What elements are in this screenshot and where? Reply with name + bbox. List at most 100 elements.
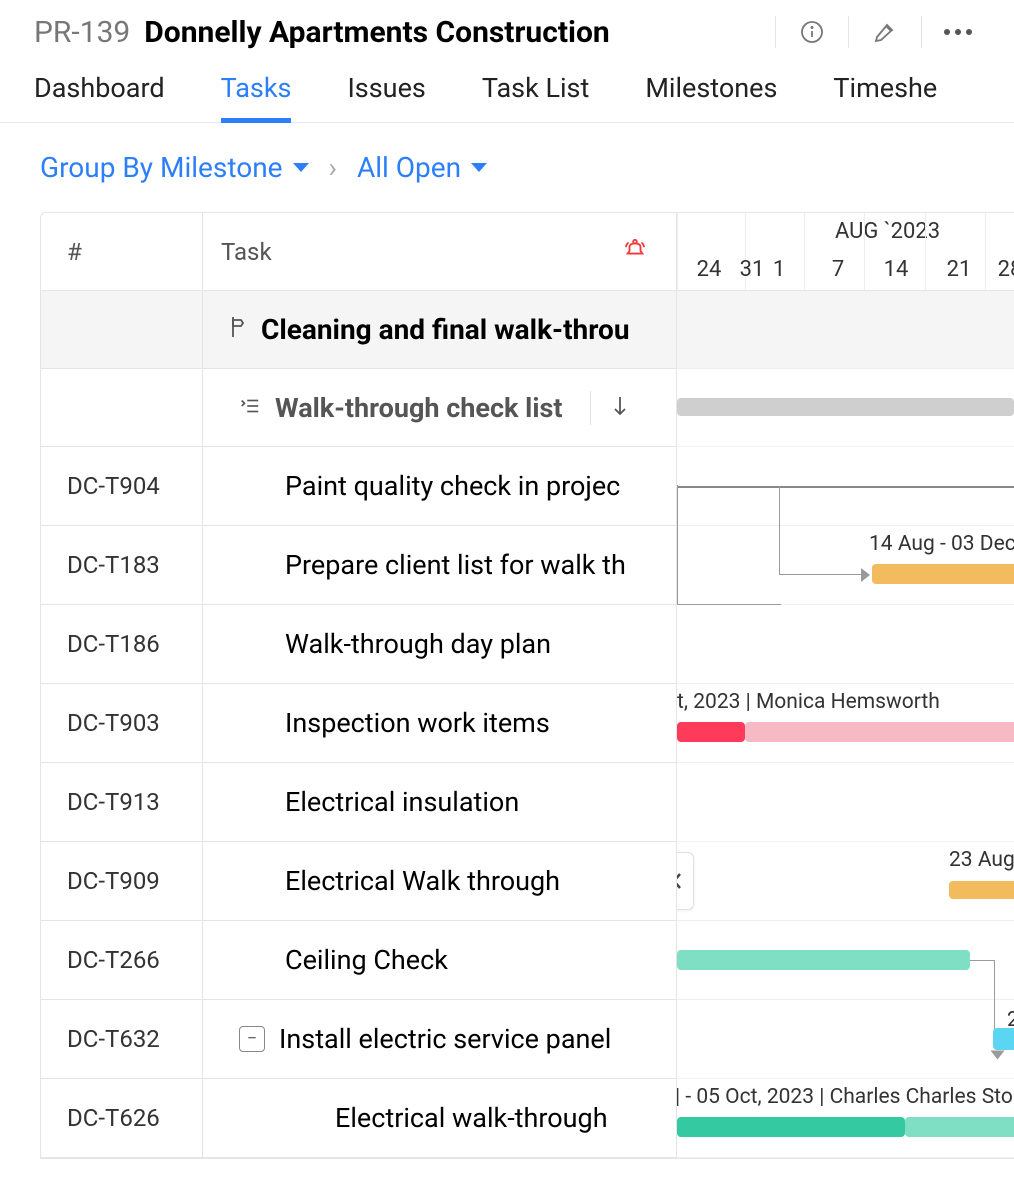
task-row[interactable]: DC-T903 Inspection work items	[41, 684, 676, 763]
gantt-row: 23 Aug	[677, 842, 1014, 921]
task-id: DC-T903	[41, 684, 203, 762]
alert-icon[interactable]	[624, 238, 646, 266]
gantt-bar[interactable]	[677, 1117, 905, 1137]
tab-milestones[interactable]: Milestones	[645, 72, 777, 122]
tab-timesheet[interactable]: Timeshe	[833, 72, 937, 122]
gantt-bar[interactable]	[993, 1028, 1014, 1050]
tab-issues[interactable]: Issues	[347, 72, 425, 122]
task-row[interactable]: DC-T913 Electrical insulation	[41, 763, 676, 842]
header-divider	[775, 16, 776, 48]
gantt-row	[677, 605, 1014, 684]
info-icon[interactable]	[790, 10, 834, 54]
task-id: DC-T632	[41, 1000, 203, 1078]
divider	[590, 391, 591, 425]
expand-subtasks-toggle[interactable]: −	[239, 1026, 265, 1052]
task-id: DC-T904	[41, 447, 203, 525]
tab-tasks[interactable]: Tasks	[221, 72, 292, 122]
task-name: Electrical walk-through	[203, 1079, 676, 1157]
gantt-bar[interactable]	[677, 950, 970, 970]
column-header-row: # Task	[41, 213, 676, 291]
timeline-tick: 28	[998, 257, 1014, 282]
gantt-grid: # Task Cleaning and final walk-throu	[40, 212, 1014, 1159]
header-divider	[848, 16, 849, 48]
column-header-id[interactable]: #	[41, 213, 203, 290]
task-row[interactable]: DC-T909 Electrical Walk through	[41, 842, 676, 921]
caret-down-icon	[471, 163, 487, 172]
chevron-right-icon: ›	[329, 151, 337, 184]
timeline-tick: 21	[947, 257, 972, 282]
task-row[interactable]: DC-T626 Electrical walk-through	[41, 1079, 676, 1158]
task-id: DC-T909	[41, 842, 203, 920]
dependency-line	[779, 574, 863, 575]
gantt-bar[interactable]	[677, 398, 1014, 416]
gantt-bar-label: 23 Aug	[949, 848, 1014, 872]
timeline-pane[interactable]: AUG `2023 24 31 1 7 14 21 28	[677, 213, 1014, 1158]
task-list-pane: # Task Cleaning and final walk-throu	[41, 213, 677, 1158]
task-name: Ceiling Check	[203, 921, 676, 999]
more-icon[interactable]	[936, 10, 980, 54]
task-name: Prepare client list for walk th	[203, 526, 676, 604]
gantt-row-group	[677, 291, 1014, 369]
timeline-tick: 7	[832, 257, 844, 282]
gantt-row-tasklist	[677, 369, 1014, 447]
task-row[interactable]: DC-T632 − Install electric service panel	[41, 1000, 676, 1079]
filter-bar: Group By Milestone › All Open	[0, 123, 1014, 212]
project-name[interactable]: Donnelly Apartments Construction	[144, 15, 609, 50]
task-name: Inspection work items	[203, 684, 676, 762]
tab-dashboard[interactable]: Dashboard	[34, 72, 165, 122]
tasklist-row[interactable]: Walk-through check list	[41, 369, 676, 447]
gantt-bar[interactable]	[677, 722, 745, 742]
gantt-bar[interactable]	[949, 881, 1014, 899]
page-header: PR-139 Donnelly Apartments Construction	[0, 0, 1014, 58]
gantt-row	[677, 763, 1014, 842]
gantt-bar-label: | - 05 Oct, 2023 | Charles Charles Sto	[677, 1085, 1013, 1109]
status-filter-dropdown[interactable]: All Open	[357, 151, 487, 184]
task-name: Walk-through day plan	[203, 605, 676, 683]
task-row[interactable]: DC-T183 Prepare client list for walk th	[41, 526, 676, 605]
milestone-group-row[interactable]: Cleaning and final walk-throu	[41, 291, 676, 369]
gantt-row	[677, 921, 1014, 1000]
timeline-tick: 31	[740, 257, 765, 282]
column-header-task[interactable]: Task	[203, 213, 676, 290]
column-header-task-label: Task	[221, 238, 272, 266]
group-by-label: Group By Milestone	[40, 151, 283, 184]
timeline-tick: 24	[697, 257, 722, 282]
task-id: DC-T183	[41, 526, 203, 604]
dependency-line	[677, 485, 781, 605]
dependency-arrow-icon	[991, 1051, 1005, 1060]
header-divider	[921, 16, 922, 48]
group-by-dropdown[interactable]: Group By Milestone	[40, 151, 309, 184]
tab-task-list[interactable]: Task List	[482, 72, 590, 122]
gantt-bar[interactable]	[872, 564, 1014, 584]
gantt-bar[interactable]	[905, 1117, 1014, 1137]
task-id: DC-T626	[41, 1079, 203, 1157]
timeline-tick: 14	[884, 257, 909, 282]
task-row[interactable]: DC-T266 Ceiling Check	[41, 921, 676, 1000]
task-id: DC-T186	[41, 605, 203, 683]
task-row[interactable]: DC-T186 Walk-through day plan	[41, 605, 676, 684]
collapse-pane-handle[interactable]	[677, 852, 694, 910]
timeline-tick: 1	[773, 257, 785, 282]
task-name: Install electric service panel	[279, 1023, 611, 1055]
tab-bar: Dashboard Tasks Issues Task List Milesto…	[0, 58, 1014, 123]
gantt-bar-label: t, 2023 | Monica Hemsworth	[677, 690, 940, 714]
milestone-icon	[221, 313, 245, 346]
gantt-bar[interactable]	[745, 722, 1014, 742]
task-id: DC-T913	[41, 763, 203, 841]
task-name: Electrical Walk through	[203, 842, 676, 920]
task-id: DC-T266	[41, 921, 203, 999]
status-filter-label: All Open	[357, 151, 461, 184]
edit-icon[interactable]	[863, 10, 907, 54]
task-name: Electrical insulation	[203, 763, 676, 841]
milestone-group-label: Cleaning and final walk-throu	[261, 313, 630, 346]
timeline-ticks: 24 31 1 7 14 21 28	[677, 248, 1014, 290]
gantt-row: | - 05 Oct, 2023 | Charles Charles Sto	[677, 1079, 1014, 1158]
gantt-row: t, 2023 | Monica Hemsworth	[677, 684, 1014, 763]
task-row[interactable]: DC-T904 Paint quality check in projec	[41, 447, 676, 526]
sort-down-icon[interactable]	[613, 392, 627, 424]
tasklist-icon	[239, 392, 261, 424]
gantt-bar-label: 14 Aug - 03 Dec	[869, 532, 1014, 556]
task-name: Paint quality check in projec	[203, 447, 676, 525]
tasklist-label: Walk-through check list	[275, 392, 562, 424]
project-id: PR-139	[34, 15, 130, 50]
